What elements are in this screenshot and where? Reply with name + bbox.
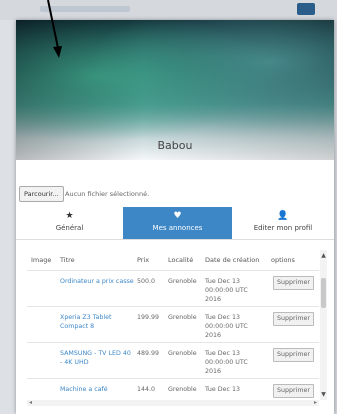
profile-name: Babou [157,139,193,152]
header-options: options [271,256,295,264]
annonces-table: Image Titre Prix Localité Date de créati… [27,248,327,408]
row-title-link[interactable]: SAMSUNG - TV LED 40 - 4K UHD [60,349,134,367]
table-header: Image Titre Prix Localité Date de créati… [27,248,319,270]
row-title-link[interactable]: Machine a café [60,385,134,394]
profile-tabs: ★ Général ♥ Mes annonces 👤 Editer mon pr… [16,207,334,240]
background-topbar [0,0,337,20]
table-row: Ordinateur a prix casse 500.0 Grenoble T… [27,270,319,307]
scroll-thumb[interactable] [321,278,326,308]
scroll-up-icon[interactable]: ▲ [320,252,327,259]
tab-label: Général [55,224,84,232]
delete-button[interactable]: Supprimer [273,384,314,398]
row-title-link[interactable]: Ordinateur a prix casse [60,277,134,286]
row-location: Grenoble [168,350,197,357]
row-location: Grenoble [168,278,197,285]
header-price: Prix [137,256,150,264]
no-file-text: Aucun fichier sélectionné. [65,190,150,198]
horizontal-scrollbar[interactable]: ◂ ▸ [27,399,319,406]
user-icon: 👤 [277,211,289,221]
row-price: 489.99 [137,350,160,357]
row-price: 144.0 [137,386,156,393]
table-row: SAMSUNG - TV LED 40 - 4K UHD 489.99 Gren… [27,342,319,379]
row-price: 500.0 [137,278,156,285]
scroll-right-icon[interactable]: ▸ [314,399,317,406]
header-title: Titre [60,256,75,264]
header-image: Image [31,256,52,264]
row-location: Grenoble [168,314,197,321]
delete-button[interactable]: Supprimer [273,312,314,326]
header-date: Date de création [205,256,260,264]
profile-modal: Babou Parcourir... Aucun fichier sélecti… [16,20,334,414]
table-row: Xperia Z3 Tablet Compact 8 199.99 Grenob… [27,306,319,343]
row-date: Tue Dec 13 00:00:00 UTC 2016 [205,350,248,375]
file-upload-row: Parcourir... Aucun fichier sélectionné. [16,184,334,204]
row-date: Tue Dec 13 00:00:00 UTC 2016 [205,278,248,303]
row-title-link[interactable]: Xperia Z3 Tablet Compact 8 [60,313,134,331]
header-location: Localité [168,256,194,264]
background-link [40,6,130,12]
background-chip [297,3,315,15]
row-date: Tue Dec 13 00:00:00 UTC 2016 [205,314,248,339]
row-price: 199.99 [137,314,160,321]
vertical-scrollbar[interactable]: ▲ ▼ [320,250,327,400]
scroll-down-icon[interactable]: ▼ [320,391,327,398]
scroll-left-icon[interactable]: ◂ [29,399,32,406]
tab-editer-profil[interactable]: 👤 Editer mon profil [232,207,334,239]
tab-label: Mes annonces [152,224,203,232]
tab-general[interactable]: ★ Général [16,207,123,239]
row-date: Tue Dec 13 [205,386,240,393]
star-icon: ★ [65,211,74,221]
tab-mes-annonces[interactable]: ♥ Mes annonces [123,207,232,239]
background-left-strip [0,20,16,414]
tab-label: Editer mon profil [253,224,313,232]
browse-button[interactable]: Parcourir... [19,186,64,202]
heart-icon: ♥ [173,211,182,221]
delete-button[interactable]: Supprimer [273,276,314,290]
delete-button[interactable]: Supprimer [273,348,314,362]
row-location: Grenoble [168,386,197,393]
